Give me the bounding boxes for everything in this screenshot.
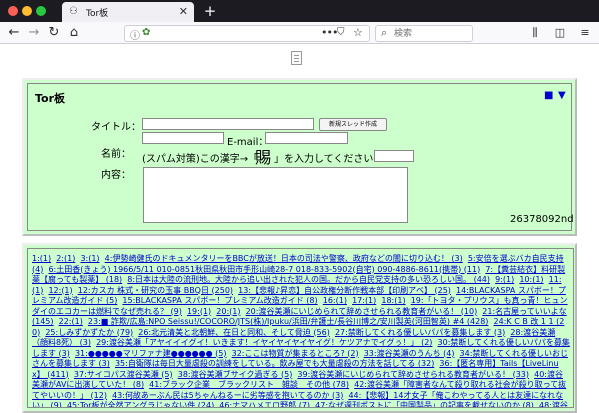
title-input[interactable] — [142, 118, 314, 130]
spam-instruction-prefix: (スパム対策)この漢字→「 — [142, 154, 259, 165]
new-thread-button[interactable]: 新規スレッド作成 — [319, 118, 387, 131]
content-textarea[interactable] — [143, 167, 408, 223]
leaf-icon: ✿ — [142, 27, 151, 38]
thread-link[interactable]: 43:何故あーぶん民は5ちゃんねるーに劣等感を抱いてるのか (3) — [112, 391, 343, 400]
thread-link[interactable]: 16:(1) — [323, 296, 347, 305]
thread-list-panel: 1:(1) 2:(1) 3:(1) 4:伊勢崎健氏のドキュメンタリーをBBCが放… — [22, 243, 577, 413]
board-title: Tor板 — [35, 92, 66, 105]
search-input[interactable] — [394, 27, 470, 40]
jump-bottom-link[interactable]: ■ — [544, 91, 553, 101]
thread-link[interactable]: 35:自衛隊は毎日大量虐殺の訓練をしている。飲み屋でも大量虐殺の方法を話してる … — [115, 359, 434, 368]
menu-icon[interactable]: ≡ — [577, 25, 593, 41]
thread-link[interactable]: 9:(1) — [495, 275, 514, 284]
thread-link[interactable]: 13:【悲報♪昇恋】自公政権分断作戦本部【印刷アベ】 (25) — [238, 286, 451, 295]
new-tab-button[interactable]: + — [202, 2, 218, 20]
tab-bar: ⚇ Tor板 ✕ + — [0, 0, 599, 22]
thread-link[interactable]: 15:BLACKASPA スパボー！プレミアム改造ガイド (8) — [122, 296, 317, 305]
forward-icon[interactable]: → — [26, 25, 42, 41]
thread-link[interactable]: 2:(1) — [56, 254, 75, 263]
email-input[interactable] — [265, 132, 348, 144]
reload-icon[interactable]: ↻ — [46, 25, 62, 41]
thread-link[interactable]: 1:(1) — [32, 254, 51, 263]
thread-link[interactable]: 18:(1) — [381, 296, 405, 305]
thread-link[interactable]: 27:禁断してくれる優しいパパを募集します (3) — [335, 328, 505, 337]
thread-link[interactable]: 19:(1) — [187, 307, 211, 316]
thread-link[interactable]: 20:(1) — [216, 307, 240, 316]
thread-link[interactable]: 23:■ 詐欺/広島:NPO Seissu!/COCORO/JTS(株)/Ipu… — [88, 317, 489, 326]
content-label: 内容： — [101, 170, 131, 181]
thread-link[interactable]: 32:ここは物質が集まるところ? (2) — [232, 349, 359, 358]
title-label: タイトル： — [91, 122, 141, 133]
thread-link[interactable]: 38:渡谷美瀬ブサイク過ぎる (5) — [178, 370, 293, 379]
thread-link[interactable]: 26:北元清美と北朝鮮、在日と同和、そして脅迫 (56) — [138, 328, 330, 337]
sidebar-icon[interactable]: ◫ — [552, 25, 568, 41]
home-icon[interactable]: ⌂ — [66, 25, 82, 41]
thread-link[interactable]: 8:日本は大陸の流刑地。大陸から追い出された犯人の国。だから自民党支持の多い恐ろ… — [127, 275, 490, 284]
tab-tor-board[interactable]: ⚇ Tor板 ✕ — [62, 2, 194, 22]
thread-link[interactable]: 37:サイコパス渡谷美瀬 (5) — [74, 370, 173, 379]
navigation-bar: ← → ↻ ⌂ ⓘ ✿ ••• ⛉ ☆ ⌕ ⫼ ◫ ≡ — [0, 22, 599, 44]
back-icon[interactable]: ← — [6, 25, 22, 41]
thread-link[interactable]: 17:(1) — [352, 296, 376, 305]
thread-link[interactable]: 39:渡谷美瀬にいじめられて辞めさせられる教育者がいる！ (33) — [297, 370, 529, 379]
thread-link[interactable]: 20:渡谷美瀬にいじめられて辞めさせられる教育者がいる！ (10) — [246, 307, 478, 316]
page-content: Tor板 ■ ▼ タイトル： 新規スレッド作成 E-mail： 名前： (スパム… — [0, 45, 599, 413]
tab-title: Tor板 — [86, 9, 109, 19]
thread-link[interactable]: 31:●●●●●マリファナ建●●●●●● (5) — [75, 349, 227, 358]
post-counter: 26378092nd — [510, 214, 574, 225]
thread-link[interactable]: 6:土田香(きょう) 1966/5/11 010-0851秋田県秋田市手形山崎2… — [48, 265, 480, 274]
url-bar[interactable]: ⓘ ✿ ••• ⛉ ☆ — [124, 25, 370, 42]
document-icon[interactable] — [291, 51, 302, 65]
search-bar[interactable]: ⌕ — [375, 25, 473, 42]
thread-link[interactable]: 33:渡谷美瀬のうんち (4) — [364, 349, 455, 358]
thread-link[interactable]: 4:伊勢崎健氏のドキュメンタリーをBBCが放送！日本の司法や警察、政府などの闇に… — [105, 254, 463, 263]
name-input[interactable] — [142, 132, 224, 144]
library-icon[interactable]: ⫼ — [527, 25, 543, 41]
thread-list-frame: 1:(1) 2:(1) 3:(1) 4:伊勢崎健氏のドキュメンタリーをBBCが放… — [27, 248, 574, 408]
name-label: 名前： — [101, 149, 131, 160]
maximize-window-button[interactable] — [36, 6, 46, 16]
post-form: Tor板 ■ ▼ タイトル： 新規スレッド作成 E-mail： 名前： (スパム… — [27, 83, 574, 231]
favicon-icon: ⚇ — [69, 6, 78, 17]
thread-link[interactable]: 29:渡谷美瀬「アヤイイイグイ！いきます！イヤイヤイヤイヤイグ！ケツアナでイグぅ… — [96, 338, 432, 347]
jump-down-link[interactable]: ▼ — [558, 91, 566, 101]
thread-link[interactable]: 10:(1) — [519, 275, 543, 284]
thread-link[interactable]: 25:しみずかずたか (79) — [45, 328, 133, 337]
thread-link[interactable]: 12:(1) — [48, 286, 72, 295]
thread-link[interactable]: 22:(1) — [59, 317, 83, 326]
pocket-icon[interactable]: ⛉ — [337, 27, 345, 38]
star-icon[interactable]: ☆ — [353, 26, 363, 39]
thread-link[interactable]: 41:ブラック企業 ブラックリスト 雑談 その他 (78) — [149, 380, 349, 389]
close-tab-icon[interactable]: ✕ — [179, 5, 188, 18]
more-icon[interactable]: ••• — [321, 26, 338, 39]
thread-list: 1:(1) 2:(1) 3:(1) 4:伊勢崎健氏のドキュメンタリーをBBCが放… — [32, 254, 570, 407]
spam-instruction-suffix: 」を入力してください→ — [274, 154, 382, 165]
minimize-window-button[interactable] — [22, 6, 32, 16]
spam-kanji: 賜 — [255, 148, 272, 167]
thread-link[interactable]: 3:(1) — [80, 254, 99, 263]
close-window-button[interactable] — [8, 6, 18, 16]
search-icon: ⌕ — [381, 26, 388, 39]
post-form-panel: Tor板 ■ ▼ タイトル： 新規スレッド作成 E-mail： 名前： (スパム… — [22, 78, 577, 236]
thread-link[interactable]: 12:カスカ 株式・研究の玉事 BBQ日 (250) — [78, 286, 233, 295]
info-icon[interactable]: ⓘ — [130, 27, 140, 42]
spam-kanji-input[interactable] — [374, 150, 414, 162]
